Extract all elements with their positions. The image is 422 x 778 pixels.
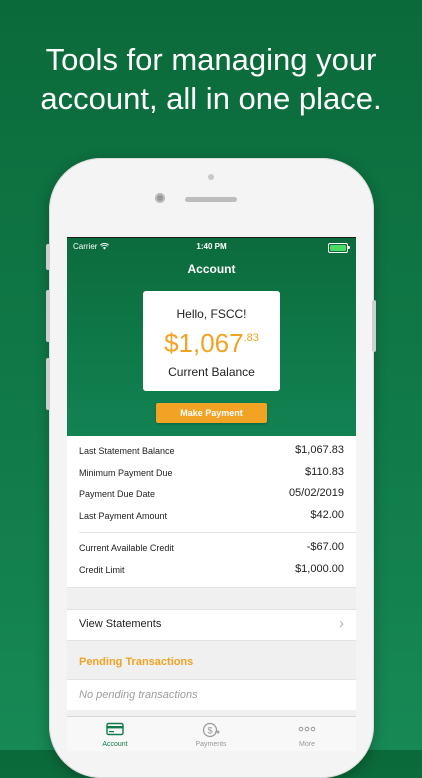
current-balance-label: Current Balance <box>168 365 255 379</box>
dollar-arrow-icon: $ <box>202 722 220 738</box>
detail-row: Minimum Payment Due $110.83 <box>67 463 356 485</box>
detail-row: Last Payment Amount $42.00 <box>67 506 356 528</box>
headline: Tools for managing your account, all in … <box>40 42 382 116</box>
power-button <box>372 300 376 352</box>
nav-title: Account <box>187 262 236 276</box>
section-spacer <box>67 586 356 609</box>
credit-label: Current Available Credit <box>79 543 174 554</box>
tab-account[interactable]: Account <box>67 717 163 751</box>
proximity-sensor <box>208 174 214 180</box>
pending-transactions-header: Pending Transactions <box>67 640 356 679</box>
tab-label: More <box>299 741 315 748</box>
detail-label: Last Payment Amount <box>79 510 168 521</box>
detail-value: $110.83 <box>305 465 344 478</box>
detail-row: Payment Due Date 05/02/2019 <box>67 484 356 506</box>
view-statements-label: View Statements <box>79 617 162 630</box>
account-details-list: Last Statement Balance $1,067.83 Minimum… <box>67 436 356 710</box>
volume-up-button <box>46 290 50 342</box>
detail-value: $42.00 <box>310 508 344 521</box>
app-screen: Carrier 1:40 PM Account Hello, FSCC! $1,… <box>67 237 356 751</box>
current-balance-amount: $1,067.83 <box>143 328 280 359</box>
more-dots-icon <box>298 726 316 732</box>
balance-cents: .83 <box>243 332 259 344</box>
front-camera <box>155 193 165 203</box>
volume-down-button <box>46 358 50 410</box>
pending-empty-row: No pending transactions <box>67 678 356 710</box>
earpiece-speaker <box>185 197 237 202</box>
tab-label: Payments <box>195 741 227 748</box>
credit-card-icon <box>106 722 124 736</box>
balance-dollars: $1,067 <box>164 328 244 358</box>
detail-label: Minimum Payment Due <box>79 467 173 478</box>
detail-label: Last Statement Balance <box>79 446 175 456</box>
pending-transactions-title: Pending Transactions <box>79 655 194 668</box>
svg-text:$: $ <box>207 726 212 736</box>
balance-card: Hello, FSCC! $1,067.83 Current Balance <box>143 291 280 391</box>
tab-label: Account <box>102 741 128 748</box>
battery-icon <box>328 243 350 253</box>
detail-value: 05/02/2019 <box>288 487 344 500</box>
view-statements-row[interactable]: View Statements › <box>67 608 356 641</box>
credit-value: -$67.00 <box>306 541 344 554</box>
credit-row: Credit Limit $1,000.00 <box>67 560 356 582</box>
tab-bar: Account $ Payments More <box>67 716 356 751</box>
credit-label: Credit Limit <box>79 564 125 575</box>
credit-value: $1,000.00 <box>295 562 344 575</box>
status-time: 1:40 PM <box>196 242 227 251</box>
detail-label: Payment Due Date <box>79 489 156 500</box>
tab-more[interactable]: More <box>259 717 355 751</box>
make-payment-button[interactable]: Make Payment <box>156 403 267 423</box>
tab-payments[interactable]: $ Payments <box>163 717 259 751</box>
greeting: Hello, FSCC! <box>176 307 247 321</box>
account-header: Carrier 1:40 PM Account Hello, FSCC! $1,… <box>67 238 356 436</box>
chevron-right-icon: › <box>339 614 344 632</box>
detail-value: $1,067.83 <box>295 444 344 456</box>
credit-row: Current Available Credit -$67.00 <box>67 538 356 560</box>
status-bar: Carrier 1:40 PM <box>67 241 356 255</box>
pending-empty-label: No pending transactions <box>79 688 198 701</box>
mute-switch <box>46 244 50 270</box>
detail-row: Last Statement Balance $1,067.83 <box>67 441 356 463</box>
